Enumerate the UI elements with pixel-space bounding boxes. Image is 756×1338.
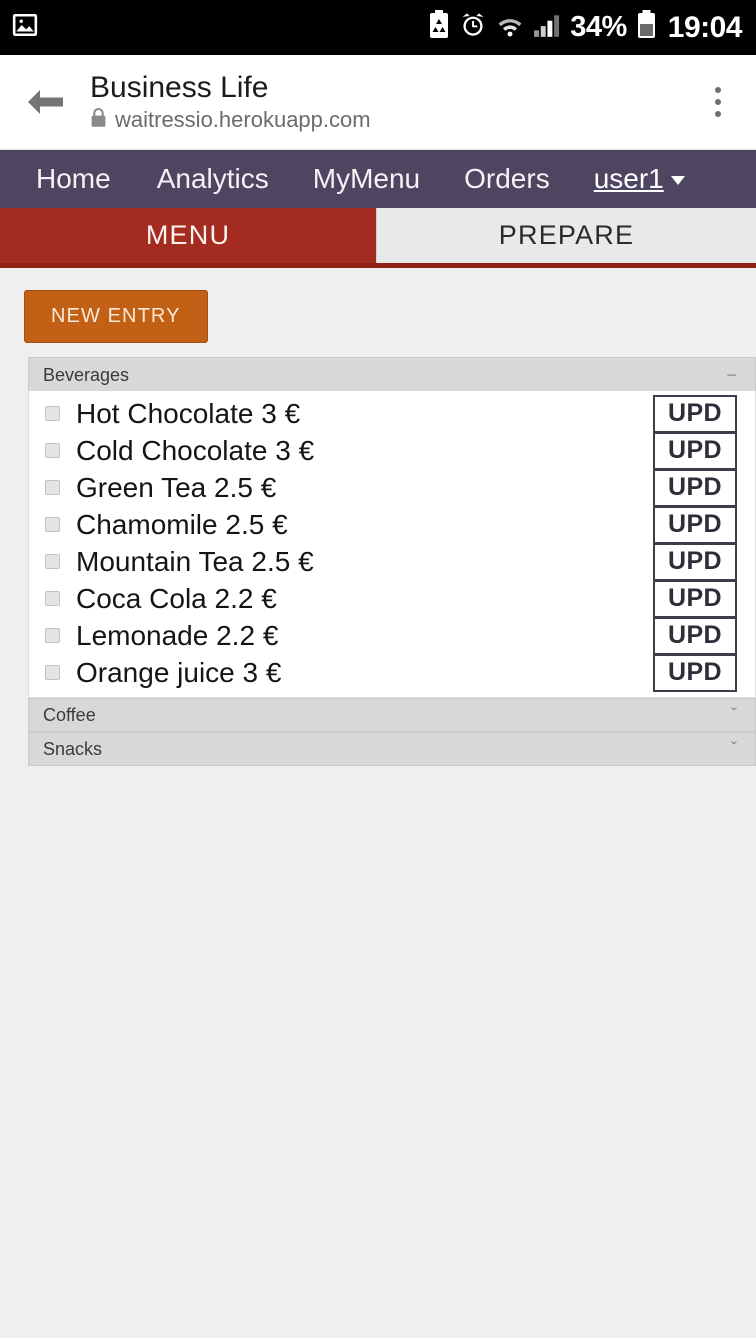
menu-item-row[interactable]: Hot Chocolate 3 € UPD [29,394,755,433]
battery-percent-label: 34% [570,11,627,43]
update-button[interactable]: UPD [653,542,737,581]
tab-menu[interactable]: MENU [0,208,376,263]
panel-beverages: Beverages − Hot Chocolate 3 € UPD Cold C… [28,357,756,698]
panel-header-coffee[interactable]: Coffee ˇ [28,698,756,732]
android-status-bar: 34% 19:04 [0,0,756,55]
signal-bars-icon [533,12,561,43]
menu-item-row[interactable]: Coca Cola 2.2 € UPD [29,579,755,618]
back-arrow-icon[interactable] [22,86,68,118]
chevron-down-icon[interactable]: ˇ [731,740,737,758]
status-right-icons: 34% 19:04 [428,10,743,45]
panel-snacks: Snacks ˇ [28,732,756,766]
menu-item-label: Cold Chocolate 3 € [76,434,315,466]
menu-item-row[interactable]: Orange juice 3 € UPD [29,653,755,692]
nav-item-home[interactable]: Home [36,165,133,193]
item-checkbox[interactable] [45,665,60,680]
overflow-dot-3 [715,111,721,117]
lock-icon [90,107,107,133]
update-button[interactable]: UPD [653,431,737,470]
menu-content: NEW ENTRY Beverages − Hot Chocolate 3 € … [0,268,756,1333]
update-button[interactable]: UPD [653,579,737,618]
item-checkbox[interactable] [45,406,60,421]
page-title: Business Life [90,70,269,104]
panel-body-beverages: Hot Chocolate 3 € UPD Cold Chocolate 3 €… [28,391,756,698]
battery-saver-icon [428,10,450,45]
overflow-dot-1 [715,87,721,93]
menu-item-row[interactable]: Mountain Tea 2.5 € UPD [29,542,755,581]
update-button[interactable]: UPD [653,653,737,692]
nav-item-mymenu[interactable]: MyMenu [313,165,442,193]
site-navbar: Home Analytics MyMenu Orders user1 [0,150,756,208]
alarm-clock-icon [459,11,487,44]
menu-item-label: Orange juice 3 € [76,656,282,688]
update-button[interactable]: UPD [653,616,737,655]
status-clock: 19:04 [667,10,743,44]
menu-item-row[interactable]: Cold Chocolate 3 € UPD [29,431,755,470]
menu-item-row[interactable]: Chamomile 2.5 € UPD [29,505,755,544]
menu-item-label: Mountain Tea 2.5 € [76,545,314,577]
menu-item-label: Hot Chocolate 3 € [76,397,301,429]
photo-icon [12,12,38,43]
panel-coffee: Coffee ˇ [28,698,756,732]
menu-item-row[interactable]: Lemonade 2.2 € UPD [29,616,755,655]
item-checkbox[interactable] [45,591,60,606]
chevron-down-icon[interactable]: ˇ [731,706,737,724]
menu-accordion: Beverages − Hot Chocolate 3 € UPD Cold C… [0,357,756,766]
collapse-minus-icon[interactable]: − [726,366,737,384]
item-checkbox[interactable] [45,628,60,643]
panel-title-coffee: Coffee [43,705,96,725]
new-entry-toolbar: NEW ENTRY [0,284,756,357]
tab-prepare[interactable]: PREPARE [376,208,756,263]
item-checkbox[interactable] [45,480,60,495]
nav-item-analytics[interactable]: Analytics [157,165,291,193]
status-left-icons [12,12,38,43]
panel-header-snacks[interactable]: Snacks ˇ [28,732,756,766]
panel-header-beverages[interactable]: Beverages − [28,357,756,391]
caret-down-icon [670,176,685,185]
item-checkbox[interactable] [45,517,60,532]
item-checkbox[interactable] [45,554,60,569]
battery-icon [636,10,657,45]
tab-bar: MENU PREPARE [0,208,756,268]
url-text: waitressio.herokuapp.com [115,107,371,133]
menu-item-row[interactable]: Green Tea 2.5 € UPD [29,468,755,507]
nav-item-orders[interactable]: Orders [464,165,572,193]
update-button[interactable]: UPD [653,394,737,433]
wifi-icon [496,12,524,43]
url-row: waitressio.herokuapp.com [90,107,696,133]
menu-item-label: Chamomile 2.5 € [76,508,288,540]
new-entry-button[interactable]: NEW ENTRY [24,290,208,343]
overflow-menu-icon[interactable] [696,87,740,117]
overflow-dot-2 [715,99,721,105]
update-button[interactable]: UPD [653,468,737,507]
update-button[interactable]: UPD [653,505,737,544]
nav-user-label: user1 [593,163,664,194]
panel-title-snacks: Snacks [43,739,103,759]
panel-title-beverages: Beverages [43,364,130,385]
url-block[interactable]: Business Life waitressio.herokuapp.com [90,71,696,134]
menu-item-label: Coca Cola 2.2 € [76,582,277,614]
browser-toolbar: Business Life waitressio.herokuapp.com [0,55,756,150]
nav-user-dropdown[interactable]: user1 [594,163,685,195]
item-checkbox[interactable] [45,443,60,458]
menu-item-label: Green Tea 2.5 € [76,471,277,503]
menu-item-label: Lemonade 2.2 € [76,619,279,651]
